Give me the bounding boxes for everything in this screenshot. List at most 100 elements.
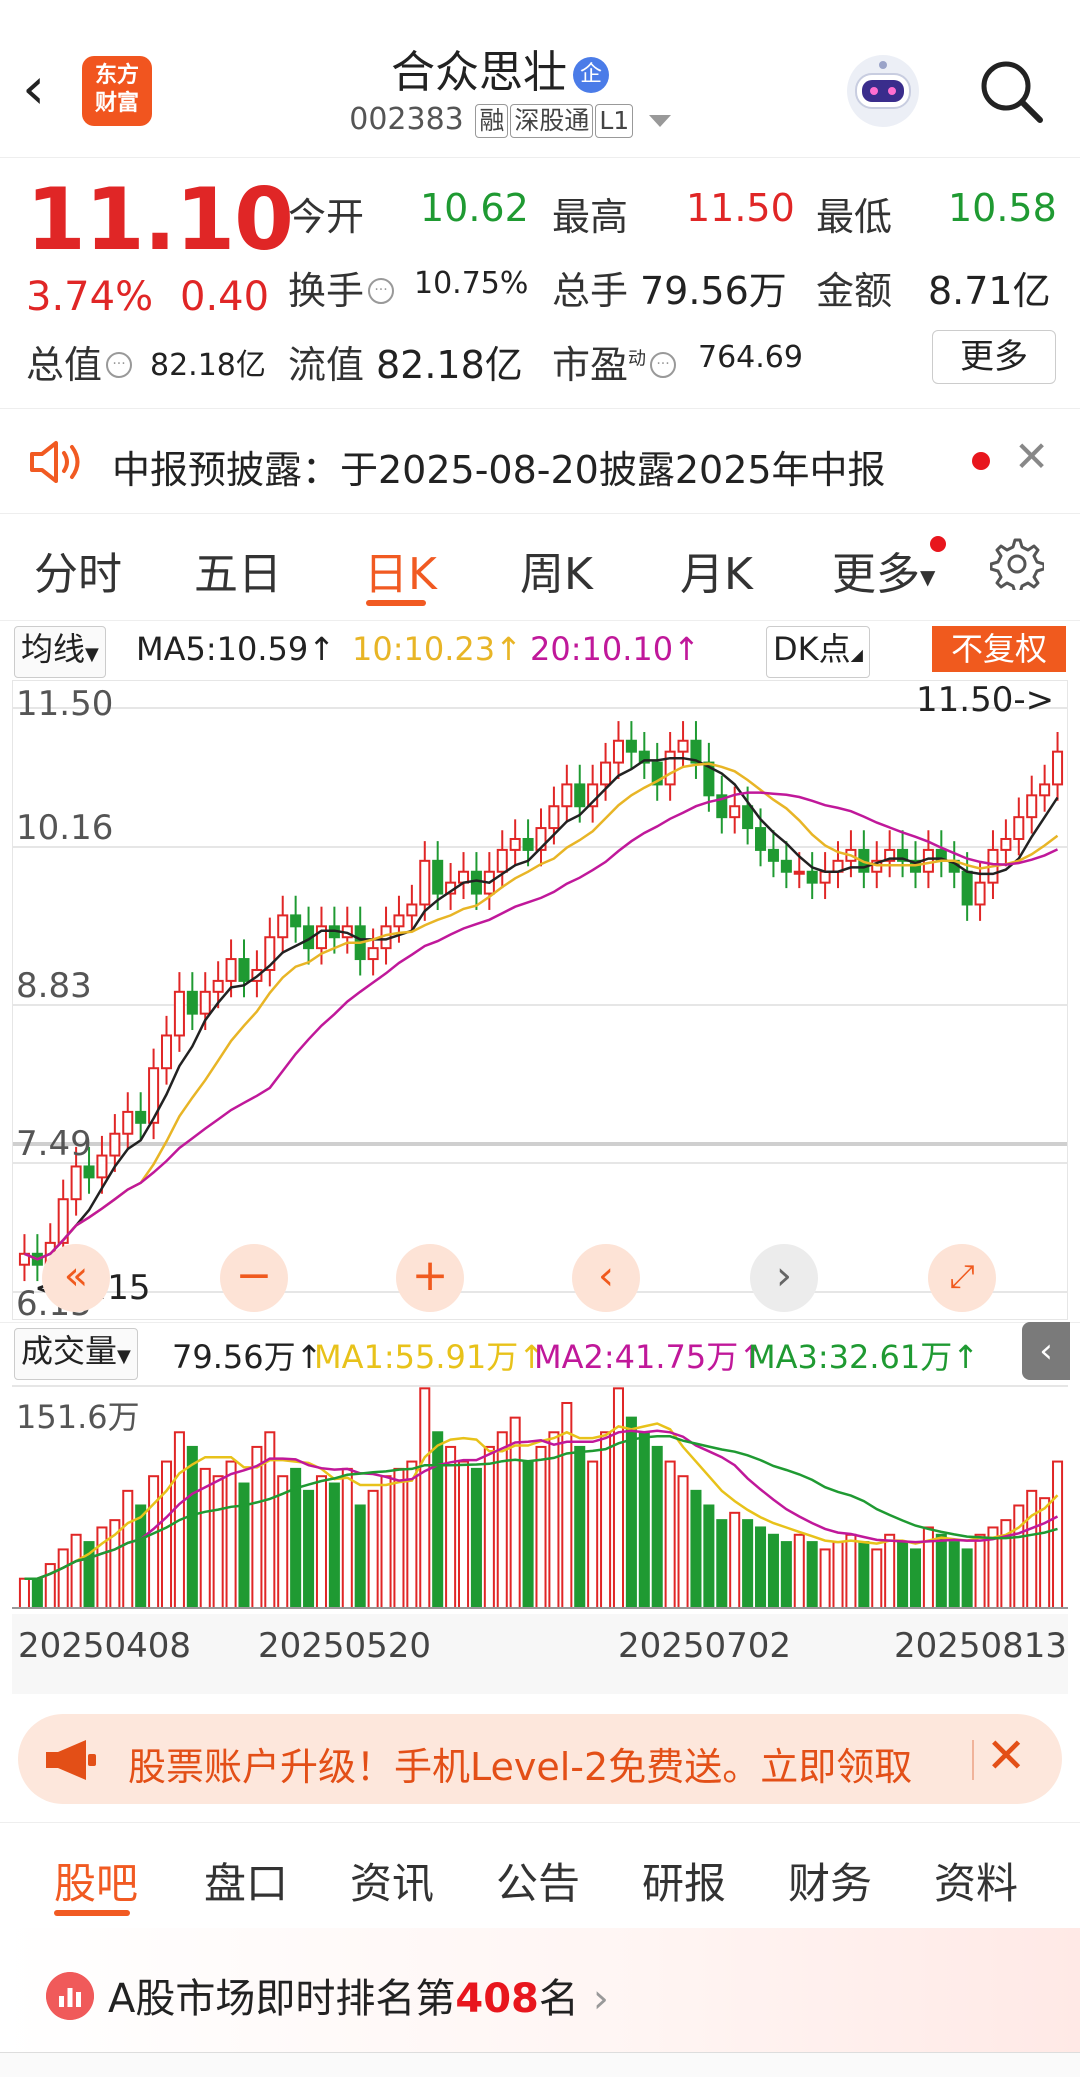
info-icon[interactable]: ···: [650, 351, 677, 378]
volume-bar: [625, 1416, 637, 1610]
notice-close-button[interactable]: ✕: [1014, 432, 1049, 481]
candle-body: [1013, 816, 1025, 840]
y-tick-max: 11.50: [16, 684, 114, 724]
back-button[interactable]: ‹: [22, 58, 70, 118]
more-quote-button[interactable]: 更多: [932, 330, 1056, 384]
notice-bar[interactable]: 中报预披露：于2025-08-20披露2025年中报: [0, 408, 1080, 514]
mktcap-value: 82.18亿: [150, 348, 266, 383]
chevron-down-icon: ▼: [920, 565, 936, 589]
chevron-down-icon: ▼: [117, 1346, 131, 1367]
volume-bar: [974, 1533, 986, 1609]
ma-selector[interactable]: 均线▼: [14, 626, 106, 678]
tab-zhouk[interactable]: 周K: [520, 538, 593, 602]
candle-body: [367, 947, 379, 961]
tag-l1: L1: [595, 104, 634, 138]
zoom-out-button[interactable]: −: [220, 1244, 288, 1312]
volume-label: 总手: [552, 269, 629, 313]
volume-selector-label: 成交量: [21, 1332, 118, 1370]
active-tab-underline: [366, 600, 426, 606]
notice-text: 中报预披露：于2025-08-20披露2025年中报: [112, 448, 886, 492]
volume-bar: [780, 1541, 792, 1609]
volume-bar: [651, 1445, 663, 1609]
collapse-side-tab[interactable]: ‹: [1022, 1322, 1070, 1380]
tag-rong: 融: [475, 104, 509, 138]
tab-caiwu[interactable]: 财务: [788, 1850, 872, 1911]
dk-point-selector[interactable]: DK点◢: [766, 626, 870, 678]
candle-body: [109, 1132, 121, 1157]
zoom-in-button[interactable]: +: [396, 1244, 464, 1312]
settings-gear-icon[interactable]: [990, 536, 1044, 590]
candle-body: [122, 1110, 134, 1135]
tab-more[interactable]: 更多▼: [832, 538, 935, 602]
volume-bar: [212, 1475, 224, 1609]
candle-body: [755, 827, 767, 851]
divider: [0, 1822, 1080, 1823]
volume-bar: [470, 1467, 482, 1609]
candle-body: [406, 903, 418, 917]
kline-chart[interactable]: [12, 680, 1068, 1320]
notice-unread-dot: [972, 452, 990, 470]
next-button[interactable]: ›: [750, 1244, 818, 1312]
tab-yanbao[interactable]: 研报: [642, 1850, 726, 1911]
volume-bar: [1026, 1489, 1038, 1609]
tab-guba[interactable]: 股吧: [54, 1850, 138, 1911]
stock-code: 002383: [349, 102, 464, 137]
tab-ziliao[interactable]: 资料: [934, 1850, 1018, 1911]
chart-frame: [12, 680, 1068, 1320]
chevron-down-icon[interactable]: [648, 114, 671, 127]
candle-body: [160, 1034, 173, 1070]
high-label: 最高: [552, 195, 629, 239]
info-icon[interactable]: ···: [106, 351, 133, 378]
candle-body: [522, 837, 534, 851]
tab-wuri[interactable]: 五日: [194, 538, 282, 602]
rank-suffix: 名: [538, 1976, 579, 2022]
volume-bar: [935, 1533, 947, 1609]
volume-bar: [1013, 1504, 1025, 1609]
volume-selector[interactable]: 成交量▼: [14, 1328, 138, 1380]
volume-bar: [587, 1460, 599, 1609]
amount-label: 金额: [816, 269, 893, 313]
volume-bar: [1052, 1460, 1064, 1609]
mktcap-label: 总值 ···: [26, 334, 136, 389]
volume-bar: [31, 1577, 43, 1610]
volume-bar: [483, 1445, 495, 1609]
prev-button[interactable]: ‹: [572, 1244, 640, 1312]
banner-divider: [972, 1740, 974, 1780]
bottom-nav-bar: [0, 2052, 1080, 2077]
info-icon[interactable]: ···: [368, 277, 395, 304]
tab-zixun[interactable]: 资讯: [350, 1850, 434, 1911]
app-logo: 东方 财富: [82, 56, 152, 126]
candle-body: [612, 739, 625, 764]
volume-chart[interactable]: [12, 1382, 1068, 1612]
tab-yuek[interactable]: 月K: [680, 538, 753, 602]
candle-body: [561, 783, 573, 808]
volume-bar: [354, 1504, 366, 1609]
volume-bar: [961, 1548, 973, 1610]
tab-pankou[interactable]: 盘口: [204, 1850, 288, 1911]
volume-bar: [457, 1460, 470, 1609]
fullscreen-icon[interactable]: ⤢: [928, 1244, 996, 1312]
volume-bar: [57, 1548, 69, 1610]
candle-body: [600, 761, 612, 786]
fuquan-button[interactable]: 不复权: [932, 626, 1066, 672]
volume-bar: [909, 1548, 922, 1610]
candle-body: [1000, 837, 1012, 851]
rewind-button[interactable]: «: [42, 1244, 110, 1312]
low-value: 10.58: [948, 186, 1057, 230]
candle-body: [186, 990, 198, 1015]
stock-code-line[interactable]: 002383 融深股通 L1: [300, 102, 720, 138]
volume-bar: [393, 1467, 405, 1609]
tab-gonggao[interactable]: 公告: [496, 1850, 580, 1911]
search-icon[interactable]: [976, 56, 1046, 126]
banner-close-button[interactable]: ✕: [986, 1728, 1026, 1784]
volume-bar: [315, 1475, 327, 1609]
tab-fenshi[interactable]: 分时: [34, 538, 122, 602]
robot-assistant-icon[interactable]: [842, 50, 924, 132]
pe-label: 市盈动 ···: [552, 334, 680, 389]
volume-bar: [690, 1489, 702, 1609]
qi-badge: 企: [573, 57, 609, 93]
chevron-down-icon: ▼: [85, 644, 99, 665]
tab-rik[interactable]: 日K: [364, 538, 437, 602]
change-percent: 3.74%: [26, 274, 154, 320]
volume-bar: [884, 1533, 896, 1609]
